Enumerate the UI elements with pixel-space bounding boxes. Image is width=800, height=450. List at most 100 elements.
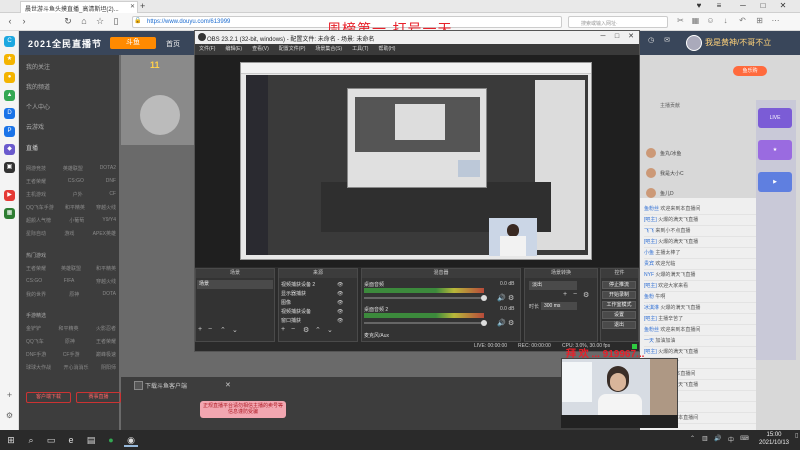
- stop-streaming-button[interactable]: 停止推流: [602, 281, 636, 289]
- promo-banner[interactable]: LIVE: [758, 108, 792, 128]
- sidebar-item-profile[interactable]: 个人中心: [26, 102, 50, 111]
- cut-icon[interactable]: ✂: [675, 15, 686, 27]
- rank-avatar[interactable]: [646, 148, 656, 158]
- category-row[interactable]: QQ飞车 原神 王者荣耀: [26, 338, 116, 345]
- speaker-icon[interactable]: 🔊: [497, 294, 506, 302]
- settings-button[interactable]: 设置: [602, 311, 636, 319]
- menu-tools[interactable]: 工具(T): [352, 44, 368, 55]
- search-input[interactable]: 搜索或输入网址·: [568, 16, 668, 28]
- task-view-icon[interactable]: ▭: [44, 433, 58, 447]
- forward-button[interactable]: ›: [18, 15, 30, 27]
- exit-button[interactable]: 退出: [602, 321, 636, 329]
- remove-transition-button[interactable]: −: [573, 291, 577, 298]
- start-recording-button[interactable]: 开始录制: [602, 291, 636, 299]
- app-icon-green[interactable]: ▲: [4, 90, 15, 101]
- esports-button[interactable]: 赛事直播: [76, 392, 121, 403]
- user-avatar[interactable]: [686, 35, 702, 51]
- rank-name[interactable]: 鱼儿D: [660, 190, 674, 197]
- category-row[interactable]: QQ飞车手游 和平精英 穿越火线: [26, 204, 116, 211]
- category-row[interactable]: 球球大作战 开心消消乐 阴阳师: [26, 364, 116, 371]
- sidebar-item-follow[interactable]: 我的关注: [26, 62, 50, 71]
- reload-icon[interactable]: ↻: [62, 15, 74, 27]
- menu-dots-icon[interactable]: ⋯: [770, 15, 781, 27]
- volume-slider[interactable]: [364, 322, 484, 324]
- streamer-avatar[interactable]: [140, 95, 180, 135]
- scene-item[interactable]: 场景: [197, 280, 273, 289]
- keyboard-icon[interactable]: ⌨: [740, 435, 749, 442]
- close-icon[interactable]: ✕: [225, 381, 231, 389]
- chat-username[interactable]: [吧主]: [644, 239, 657, 245]
- minimize-button[interactable]: ─: [736, 0, 750, 12]
- close-window-button[interactable]: ✕: [776, 0, 790, 12]
- add-source-button[interactable]: +: [281, 326, 285, 333]
- sidebar-item-cloud-game[interactable]: 云游戏: [26, 122, 44, 131]
- category-row[interactable]: 主机游戏 户外 CF: [26, 191, 116, 198]
- chat-username[interactable]: 鱼粉: [644, 294, 654, 300]
- chat-username[interactable]: 贵宾: [644, 261, 654, 267]
- category-row[interactable]: 手游精选: [26, 312, 116, 319]
- source-item[interactable]: 图像: [281, 299, 355, 307]
- duration-input[interactable]: 300 ms: [541, 302, 577, 310]
- rank-name[interactable]: 鱼丸/冰鱼: [660, 150, 681, 157]
- menu-scene-collection[interactable]: 场景集合(S): [315, 44, 342, 55]
- notification-icon[interactable]: ▯: [795, 432, 798, 439]
- transition-gear-icon[interactable]: ⚙: [583, 291, 589, 299]
- app-icon-p[interactable]: P: [4, 126, 15, 137]
- category-row[interactable]: 王者荣耀 英雄联盟 和平精英: [26, 265, 116, 272]
- category-row[interactable]: 我的世界 原神 DOTA: [26, 291, 116, 298]
- home-icon[interactable]: ⌂: [78, 15, 90, 27]
- menu-view[interactable]: 查看(V): [252, 44, 269, 55]
- volume-slider-knob[interactable]: [481, 320, 487, 326]
- volume-slider[interactable]: [364, 297, 484, 299]
- source-settings-gear-icon[interactable]: ⚙: [303, 326, 309, 334]
- undo-icon[interactable]: ↶: [737, 15, 748, 27]
- download-bar-text[interactable]: 下载斗鱼客户端: [145, 381, 187, 390]
- source-item[interactable]: 显示器捕获: [281, 290, 355, 298]
- remove-scene-button[interactable]: −: [208, 326, 212, 333]
- app-icon-d[interactable]: D: [4, 108, 15, 119]
- menu-profile[interactable]: 配置文件(P): [279, 44, 306, 55]
- chat-username[interactable]: 飞飞: [644, 228, 654, 234]
- category-row[interactable]: 网游竞技王者荣耀CS:GODNF: [26, 178, 116, 185]
- category-row[interactable]: 热门游戏: [26, 252, 116, 259]
- douyu-logo[interactable]: 2021全民直播节: [28, 37, 108, 49]
- user-icon[interactable]: ☺: [705, 15, 716, 27]
- chat-username[interactable]: 一天: [644, 338, 654, 344]
- star-icon[interactable]: ☆: [94, 15, 106, 27]
- chat-username[interactable]: 鱼粉丝: [644, 206, 659, 212]
- source-item[interactable]: 视频捕获设备 2: [281, 281, 355, 289]
- download-client-button[interactable]: 客户端下载: [26, 392, 71, 403]
- browser-tab[interactable]: 晨世游斗鱼头摸直播_高清斯坦(2)...: [20, 1, 138, 13]
- add-scene-button[interactable]: +: [198, 326, 202, 333]
- source-item[interactable]: 窗口捕获: [281, 317, 355, 325]
- folder-icon[interactable]: ▤: [84, 433, 98, 447]
- chat-username[interactable]: [吧主]: [644, 217, 657, 223]
- settings-gear-icon[interactable]: ⚙: [4, 410, 15, 421]
- move-up-icon[interactable]: ⌃: [315, 326, 321, 334]
- obs-taskbar-icon[interactable]: ◉: [124, 433, 138, 447]
- back-button[interactable]: ‹: [4, 15, 16, 27]
- search-icon[interactable]: ⌕: [24, 433, 38, 447]
- app-icon-red[interactable]: ▶: [4, 190, 15, 201]
- taskbar-clock[interactable]: 15:00 2021/10/13: [752, 431, 796, 447]
- obs-maximize-button[interactable]: □: [610, 31, 624, 43]
- category-row[interactable]: 超颜人气榜 小葡萄 Y9/Y4: [26, 217, 116, 224]
- menu-icon[interactable]: ≡: [712, 0, 726, 12]
- maximize-button[interactable]: □: [756, 0, 770, 12]
- gear-icon[interactable]: ⚙: [508, 294, 514, 302]
- volume-slider-knob[interactable]: [481, 295, 487, 301]
- gift-tag[interactable]: 鱼乐购: [733, 66, 767, 76]
- app-icon-dark[interactable]: ▣: [4, 162, 15, 173]
- app-icon-yellow[interactable]: ●: [4, 72, 15, 83]
- extensions-icon[interactable]: ▦: [690, 15, 701, 27]
- volume-icon[interactable]: 🔊: [714, 435, 721, 442]
- douyu-logo-badge[interactable]: 斗鱼: [110, 37, 156, 49]
- input-method-icon[interactable]: 中: [728, 435, 734, 444]
- promo-banner[interactable]: ★: [758, 140, 792, 160]
- shield-icon[interactable]: ♥: [692, 0, 706, 12]
- move-down-icon[interactable]: ⌄: [232, 326, 238, 334]
- app-icon-c[interactable]: C: [4, 36, 15, 47]
- app-icon-purple[interactable]: ◆: [4, 144, 15, 155]
- douyu-home-link[interactable]: 首页: [166, 39, 180, 49]
- category-row[interactable]: 网游竞技 英雄联盟 DOTA2: [26, 165, 116, 172]
